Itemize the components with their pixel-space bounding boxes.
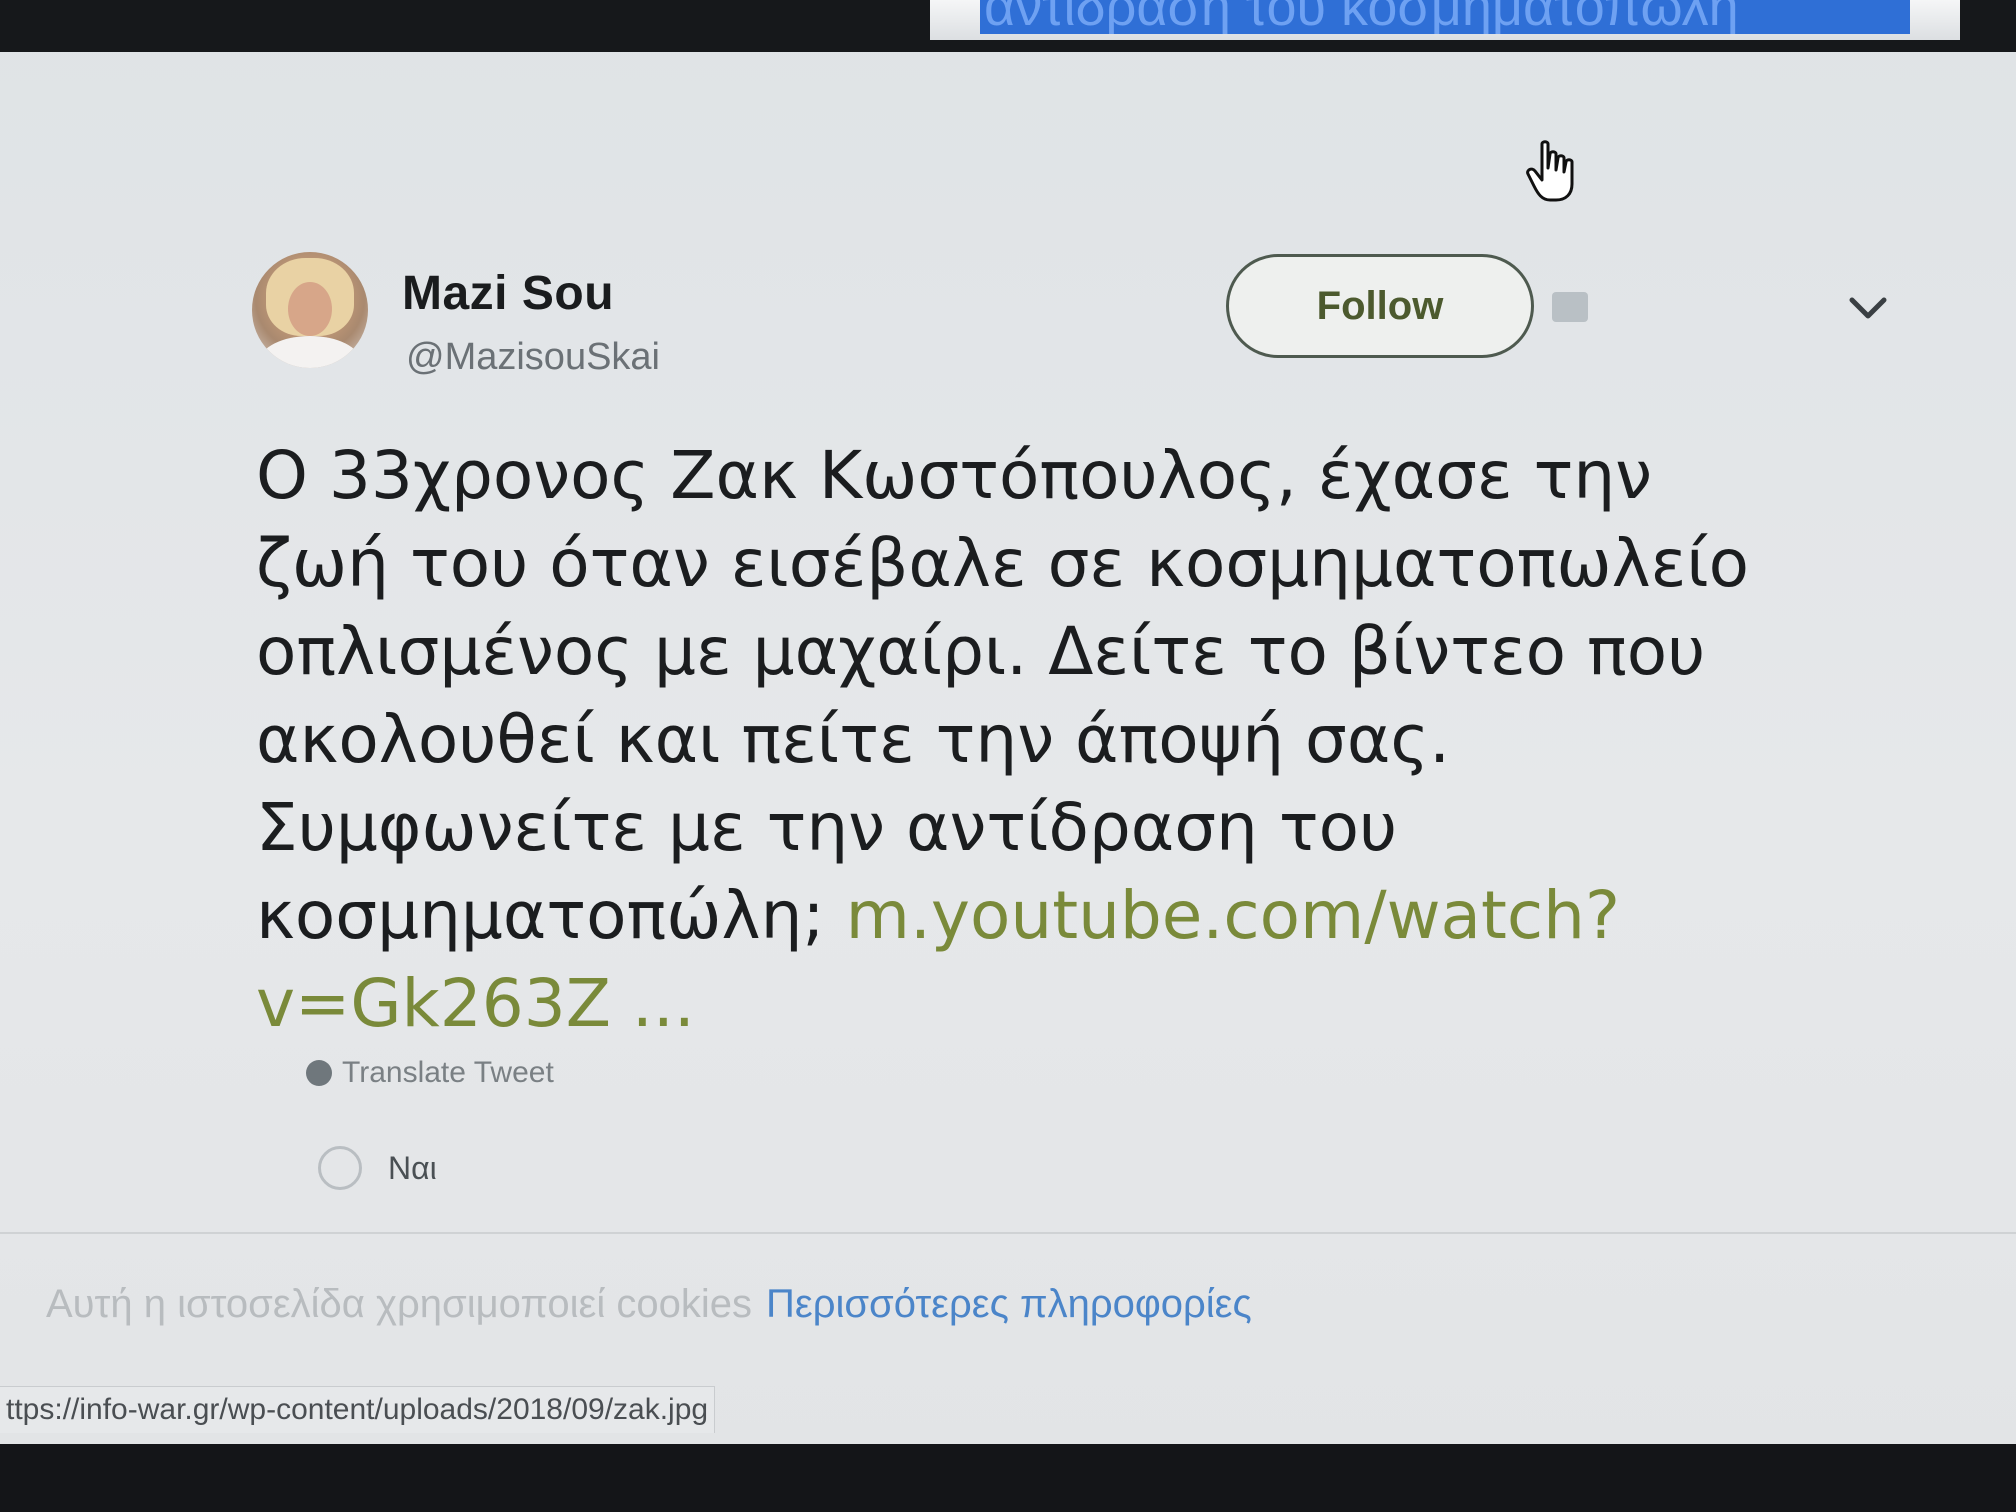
translate-tweet-link[interactable]: Translate Tweet xyxy=(306,1056,554,1090)
account-card-icon xyxy=(1552,292,1588,322)
avatar[interactable] xyxy=(252,252,368,368)
chevron-down-icon[interactable] xyxy=(1846,288,1890,328)
tweet-display-name[interactable]: Mazi Sou xyxy=(402,266,614,321)
browser-page: αντίδραση του κοσμηματοπώλη Mazi Sou @Ma… xyxy=(0,0,2016,1512)
top-banner-text: αντίδραση του κοσμηματοπώλη xyxy=(984,0,1739,34)
status-bar-url: ttps://info-war.gr/wp-content/uploads/20… xyxy=(0,1386,716,1433)
tweet-handle[interactable]: @MazisouSkai xyxy=(406,336,660,379)
tweet-text-line-with-link: κοσμηματοπώλη; m.youtube.com/watch? xyxy=(256,872,1876,960)
tweet-text-line: Συμφωνείτε με την αντίδραση του xyxy=(256,789,1398,866)
tweet-text-fragment: κοσμηματοπώλη; xyxy=(256,877,846,954)
follow-button[interactable]: Follow xyxy=(1226,254,1534,358)
cookie-more-info-link[interactable]: Περισσότερες πληροφορίες xyxy=(766,1282,1252,1326)
avatar-face xyxy=(288,282,332,336)
translate-tweet-label: Translate Tweet xyxy=(342,1056,554,1089)
tweet-text-line: οπλισμένος με μαχαίρι. Δείτε το βίντεο π… xyxy=(256,613,1706,690)
tweet-text-line: Ο 33χρονος Ζακ Κωστόπουλος, έχασε την xyxy=(256,437,1653,514)
poll-radio-button[interactable] xyxy=(318,1146,362,1190)
section-divider xyxy=(0,1232,2016,1234)
poll-option-label: Ναι xyxy=(388,1149,437,1186)
avatar-shoulders xyxy=(260,336,360,368)
tweet-text: Ο 33χρονος Ζακ Κωστόπουλος, έχασε την ζωή… xyxy=(256,432,1876,1048)
cookie-notice-text: Αυτή η ιστοσελίδα χρησιμοποιεί cookies Πε… xyxy=(46,1282,1252,1327)
globe-icon xyxy=(306,1060,332,1086)
bottom-dark-strip xyxy=(0,1444,2016,1512)
tweet-youtube-link-continued[interactable]: v=Gk263Z ... xyxy=(256,960,1876,1048)
poll-option-yes[interactable]: Ναι xyxy=(318,1146,437,1190)
tweet-youtube-link[interactable]: m.youtube.com/watch? xyxy=(846,877,1620,954)
cookie-notice: Αυτή η ιστοσελίδα χρησιμοποιεί cookies Πε… xyxy=(0,1256,2016,1346)
tweet-text-line: ζωή του όταν εισέβαλε σε κοσμηματοπωλείο xyxy=(256,525,1750,602)
tweet-card: Mazi Sou @MazisouSkai Follow Ο 33χρονος … xyxy=(0,52,2016,1232)
hand-pointer-icon xyxy=(1526,140,1574,202)
top-headline-banner[interactable]: αντίδραση του κοσμηματοπώλη xyxy=(980,0,1910,34)
cookie-notice-message: Αυτή η ιστοσελίδα χρησιμοποιεί cookies xyxy=(46,1282,752,1326)
tweet-text-line: ακολουθεί και πείτε την άποψή σας. xyxy=(256,701,1451,778)
